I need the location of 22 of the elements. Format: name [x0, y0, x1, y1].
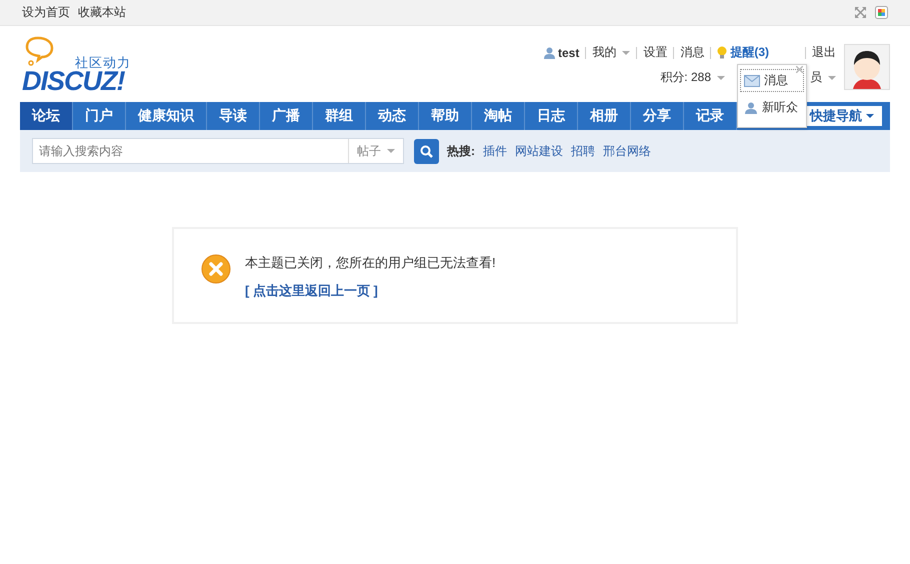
notice-menu-item[interactable]: 消息 [740, 69, 804, 92]
settings-link[interactable]: 设置 [643, 44, 668, 61]
logo-tagline: 社区动力 [75, 54, 131, 71]
hot-search-link[interactable]: 邢台网络 [603, 142, 651, 160]
user-group-label[interactable]: 员 [810, 69, 822, 86]
nav-tab[interactable]: 论坛 [20, 102, 73, 130]
my-menu-link[interactable]: 我的 [592, 44, 616, 61]
messages-link[interactable]: 消息 [680, 44, 704, 61]
notices-link[interactable]: 提醒(3) [730, 44, 769, 61]
hot-search-link[interactable]: 插件 [483, 142, 507, 160]
search-field[interactable]: 请输入搜索内容 帖子 [32, 138, 404, 164]
search-type-select[interactable]: 帖子 [348, 139, 403, 163]
hot-search-link[interactable]: 招聘 [571, 142, 595, 160]
top-link[interactable]: 收藏本站 [78, 4, 126, 21]
message-text: 本主题已关闭，您所在的用户组已无法查看! [245, 254, 496, 272]
hot-search-label: 热搜: [447, 142, 475, 160]
back-link[interactable]: [ 点击这里返回上一页 ] [245, 282, 378, 300]
points-link[interactable]: 积分: 288 [660, 69, 711, 86]
username-link[interactable]: test [558, 46, 580, 60]
logout-link[interactable]: 退出 [812, 44, 836, 61]
hot-search-link[interactable]: 网站建设 [515, 142, 563, 160]
top-link[interactable]: 设为首页 [22, 4, 70, 21]
